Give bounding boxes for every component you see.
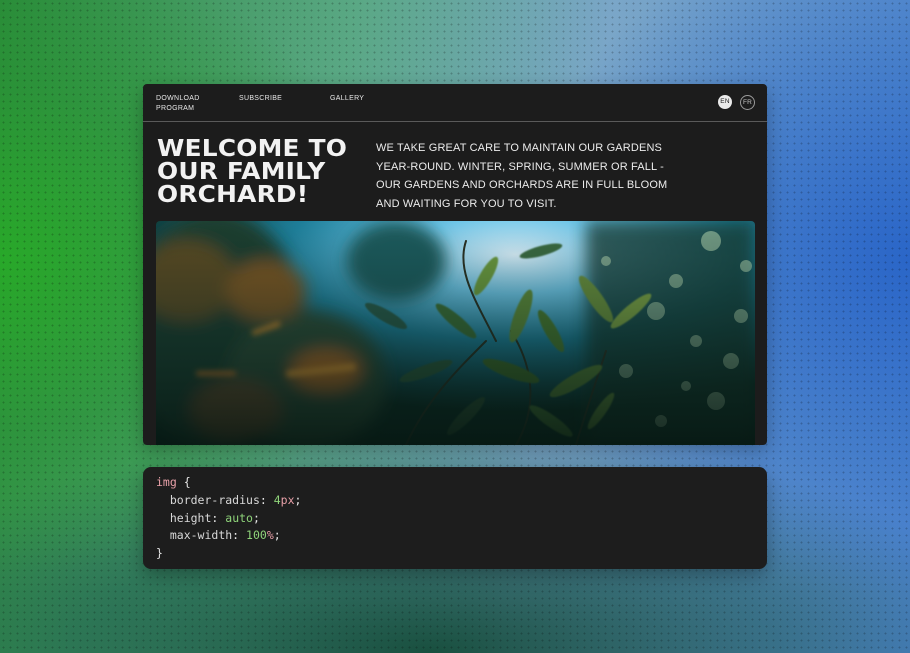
language-fr-button[interactable]: FR — [740, 95, 755, 110]
intro-line: OUR GARDENS AND ORCHARDS ARE IN FULL BLO… — [376, 179, 668, 191]
headline-line: ORCHARD! — [157, 182, 309, 208]
language-en-button[interactable]: EN — [718, 95, 732, 109]
intro-line: WE TAKE GREAT CARE TO MAINTAIN OUR GARDE… — [376, 142, 663, 154]
website-mockup: DOWNLOAD PROGRAM SUBSCRIBE GALLERY EN FR… — [143, 84, 767, 445]
css-value: 4 — [273, 493, 281, 507]
open-brace: { — [183, 475, 191, 489]
css-value: 100 — [246, 528, 267, 542]
nav-link-download-program[interactable]: DOWNLOAD PROGRAM — [156, 94, 216, 113]
intro-line: YEAR-ROUND. WINTER, SPRING, SUMMER OR FA… — [376, 160, 664, 173]
css-unit: % — [266, 528, 274, 542]
css-unit: px — [280, 493, 295, 507]
code-line-declaration: max-width: 100%; — [169, 528, 281, 542]
close-brace: } — [156, 546, 163, 560]
olive-branch-photo — [156, 221, 755, 445]
code-line-closing: } — [156, 545, 163, 562]
hero-headline: WELCOME TO OUR FAMILY ORCHARD! — [157, 138, 378, 207]
code-line-declaration: height: auto; — [169, 511, 260, 525]
nav-link-subscribe[interactable]: SUBSCRIBE — [239, 94, 299, 104]
intro-paragraph: WE TAKE GREAT CARE TO MAINTAIN OUR GARDE… — [376, 139, 686, 213]
css-value: auto — [225, 511, 253, 525]
css-code-panel: img { border-radius: 4px; height: auto; … — [143, 467, 767, 569]
code-line-declaration: border-radius: 4px; — [169, 493, 302, 507]
css-property: border-radius — [169, 493, 260, 507]
intro-line: AND WAITING FOR YOU TO VISIT. — [376, 197, 557, 210]
top-navigation: DOWNLOAD PROGRAM SUBSCRIBE GALLERY EN FR — [143, 84, 767, 122]
css-property: height — [169, 511, 212, 525]
code-line-selector: img { — [156, 474, 191, 491]
css-property: max-width — [169, 528, 233, 542]
css-selector: img — [156, 475, 177, 489]
nav-link-gallery[interactable]: GALLERY — [330, 94, 390, 104]
